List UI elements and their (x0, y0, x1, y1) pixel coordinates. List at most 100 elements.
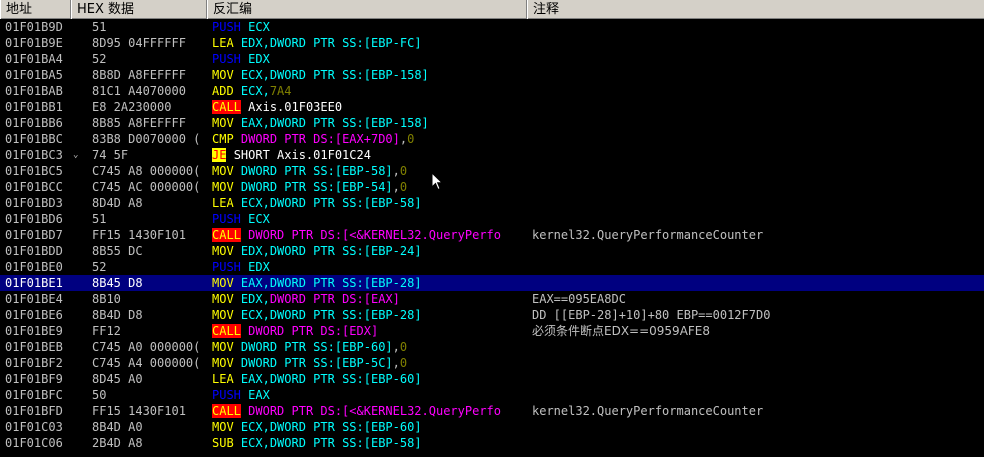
instruction-operand: DWORD PTR SS:[EBP-158] (269, 68, 429, 82)
column-header-disassembly[interactable]: 反汇编 (207, 0, 527, 19)
table-row[interactable]: 01F01BE9 FF12 CALL DWORD PTR DS:[EDX] 必须条件断… (0, 323, 984, 339)
row-hex-bytes: 2B4D A8 (92, 436, 143, 450)
row-hex-bytes: C745 A8 000000( (92, 164, 201, 178)
row-disassembly: PUSH ECX (212, 19, 526, 35)
table-row[interactable]: 01F01B9E 8D95 04FFFFFF LEA EDX,DWORD PTR S… (0, 35, 984, 51)
row-address: 01F01BE9 (5, 324, 63, 338)
row-address: 01F01B9E (5, 36, 63, 50)
instruction-operand: ECX, (240, 308, 270, 322)
row-hex-bytes: 8D4D A8 (92, 196, 143, 210)
table-row[interactable]: 01F01BFD FF15 1430F101 CALL DWORD PTR DS:[… (0, 403, 984, 419)
row-hex-bytes: 8B45 D8 (92, 276, 143, 290)
table-row[interactable]: 01F01BE1 8B45 D8 MOV EAX,DWORD PTR SS:[EBP… (0, 275, 984, 291)
table-row[interactable]: 01F01BBC 83B8 D0070000 (CMP DWORD PTR DS:… (0, 131, 984, 147)
row-address: 01F01BE4 (5, 292, 63, 306)
row-address: 01F01C06 (5, 436, 63, 450)
instruction-mnemonic: PUSH (212, 260, 241, 274)
table-row[interactable]: 01F01BE6 8B4D D8 MOV ECX,DWORD PTR SS:[EBP… (0, 307, 984, 323)
instruction-mnemonic: CMP (212, 132, 234, 146)
instruction-mnemonic: CALL (212, 324, 241, 338)
instruction-operand: ECX, (240, 68, 270, 82)
row-hex-bytes: 51 (92, 212, 107, 226)
instruction-operand: , (392, 356, 400, 370)
row-hex-bytes: FF12 (92, 324, 121, 338)
row-disassembly: PUSH EDX (212, 259, 526, 275)
instruction-operand: EAX (248, 388, 270, 402)
table-row[interactable]: 01F01BA4 52 PUSH EDX (0, 51, 984, 67)
instruction-operand: EDX (248, 260, 270, 274)
row-address: 01F01BB1 (5, 100, 63, 114)
table-row[interactable]: 01F01BC3 ⌄ 74 5F JE SHORT Axis.01F01C24 (0, 147, 984, 163)
column-header-address[interactable]: 地址 (0, 0, 71, 19)
row-disassembly: ADD ECX,7A4 (212, 83, 526, 99)
row-address: 01F01BE6 (5, 308, 63, 322)
instruction-operand: EAX, (240, 372, 270, 386)
row-hex-bytes: 8D45 A0 (92, 372, 143, 386)
table-row[interactable]: 01F01BD7 FF15 1430F101 CALL DWORD PTR DS:[… (0, 227, 984, 243)
table-row[interactable]: 01F01BE4 8B10 MOV EDX,DWORD PTR DS:[EAX] EA… (0, 291, 984, 307)
instruction-operand: DWORD PTR SS:[EBP-58] (269, 196, 422, 210)
instruction-operand: EDX, (240, 292, 270, 306)
row-address: 01F01BA5 (5, 68, 63, 82)
instruction-mnemonic: MOV (212, 308, 234, 322)
table-row[interactable]: 01F01BF9 8D45 A0 LEA EAX,DWORD PTR SS:[EBP… (0, 371, 984, 387)
instruction-operand: DWORD PTR DS:[EAX] (269, 292, 400, 306)
row-hex-bytes: 8B10 (92, 292, 121, 306)
instruction-operand: DWORD PTR DS:[<&KERNEL32.QueryPerfo (248, 228, 502, 242)
instruction-operand: ECX, (240, 420, 270, 434)
instruction-mnemonic: PUSH (212, 388, 241, 402)
instruction-operand: 0 (399, 356, 408, 370)
row-disassembly: LEA EDX,DWORD PTR SS:[EBP-FC] (212, 35, 526, 51)
disassembly-listing[interactable]: 01F01B9D 51 PUSH ECX 01F01B9E 8D95 04FFFFFF L… (0, 19, 984, 457)
row-address: 01F01BAB (5, 84, 63, 98)
row-hex-bytes: 8B4D D8 (92, 308, 143, 322)
row-disassembly: MOV ECX,DWORD PTR SS:[EBP-60] (212, 419, 526, 435)
row-disassembly: MOV DWORD PTR SS:[EBP-54],0 (212, 179, 526, 195)
row-address: 01F01BB6 (5, 116, 63, 130)
row-hex-bytes: E8 2A230000 (92, 100, 172, 114)
table-row[interactable]: 01F01BD3 8D4D A8 LEA ECX,DWORD PTR SS:[EBP… (0, 195, 984, 211)
row-disassembly: MOV DWORD PTR SS:[EBP-58],0 (212, 163, 526, 179)
row-disassembly: MOV DWORD PTR SS:[EBP-5C],0 (212, 355, 526, 371)
instruction-operand: SHORT Axis.01F01C24 (233, 148, 371, 162)
instruction-operand: EDX, (240, 244, 270, 258)
row-disassembly: PUSH EDX (212, 51, 526, 67)
instruction-operand: , (392, 164, 400, 178)
row-disassembly: CMP DWORD PTR DS:[EAX+7D0],0 (212, 131, 526, 147)
table-row[interactable]: 01F01BFC 50 PUSH EAX (0, 387, 984, 403)
table-row[interactable]: 01F01BB1 E8 2A230000 CALL Axis.01F03EE0 (0, 99, 984, 115)
instruction-operand: ECX, (240, 436, 270, 450)
row-hex-bytes: 50 (92, 388, 107, 402)
row-disassembly: JE SHORT Axis.01F01C24 (212, 147, 526, 163)
table-row[interactable]: 01F01BDD 8B55 DC MOV EDX,DWORD PTR SS:[EBP… (0, 243, 984, 259)
row-disassembly: MOV EAX,DWORD PTR SS:[EBP-28] (212, 275, 526, 291)
row-disassembly: SUB ECX,DWORD PTR SS:[EBP-58] (212, 435, 526, 451)
instruction-mnemonic: LEA (212, 36, 234, 50)
table-row[interactable]: 01F01BCC C745 AC 000000(MOV DWORD PTR SS:… (0, 179, 984, 195)
instruction-operand: , (392, 340, 400, 354)
instruction-mnemonic: MOV (212, 292, 234, 306)
table-row[interactable]: 01F01BD6 51 PUSH ECX (0, 211, 984, 227)
table-row[interactable]: 01F01BB6 8B85 A8FEFFFF MOV EAX,DWORD PTR S… (0, 115, 984, 131)
row-hex-bytes: 8B4D A0 (92, 420, 143, 434)
instruction-mnemonic: ADD (212, 84, 234, 98)
instruction-mnemonic: CALL (212, 228, 241, 242)
table-row[interactable]: 01F01BAB 81C1 A4070000 ADD ECX,7A4 (0, 83, 984, 99)
table-row[interactable]: 01F01BEB C745 A0 000000(MOV DWORD PTR SS:… (0, 339, 984, 355)
row-address: 01F01BF9 (5, 372, 63, 386)
table-row[interactable]: 01F01C06 2B4D A8 SUB ECX,DWORD PTR SS:[EBP… (0, 435, 984, 451)
row-disassembly: PUSH ECX (212, 211, 526, 227)
table-row[interactable]: 01F01BA5 8B8D A8FEFFFF MOV ECX,DWORD PTR S… (0, 67, 984, 83)
instruction-mnemonic: MOV (212, 68, 234, 82)
table-row[interactable]: 01F01BC5 C745 A8 000000(MOV DWORD PTR SS:… (0, 163, 984, 179)
table-row[interactable]: 01F01B9D 51 PUSH ECX (0, 19, 984, 35)
instruction-operand: , (392, 180, 400, 194)
row-disassembly: MOV ECX,DWORD PTR SS:[EBP-158] (212, 67, 526, 83)
table-row[interactable]: 01F01C03 8B4D A0 MOV ECX,DWORD PTR SS:[EBP… (0, 419, 984, 435)
table-row[interactable]: 01F01BE0 52 PUSH EDX (0, 259, 984, 275)
column-header-comment[interactable]: 注释 (527, 0, 984, 19)
instruction-operand: EAX, (240, 116, 270, 130)
column-header-hex[interactable]: HEX 数据 (71, 0, 207, 19)
table-row[interactable]: 01F01BF2 C745 A4 000000(MOV DWORD PTR SS:… (0, 355, 984, 371)
instruction-operand: DWORD PTR DS:[EDX] (248, 324, 379, 338)
